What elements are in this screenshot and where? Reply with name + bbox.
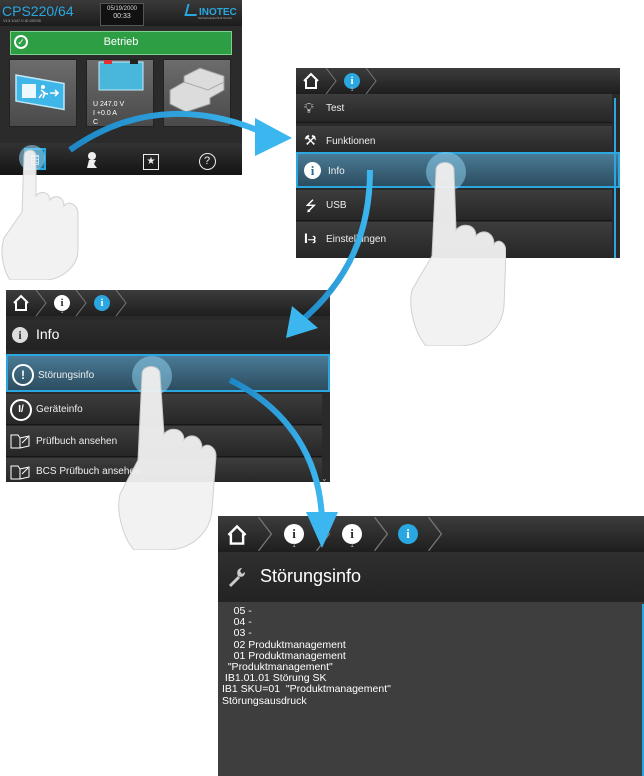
arrow-1 bbox=[68, 110, 264, 153]
pointing-hand-icon bbox=[410, 152, 506, 346]
arrow-2 bbox=[298, 169, 373, 325]
pointing-hand-icon bbox=[118, 356, 217, 550]
arrow-3 bbox=[228, 377, 325, 521]
arrow-3-head bbox=[306, 512, 338, 548]
arrow-1-head bbox=[255, 118, 292, 156]
pointing-hand-icon bbox=[1, 145, 79, 280]
flow-arrows bbox=[68, 110, 373, 548]
